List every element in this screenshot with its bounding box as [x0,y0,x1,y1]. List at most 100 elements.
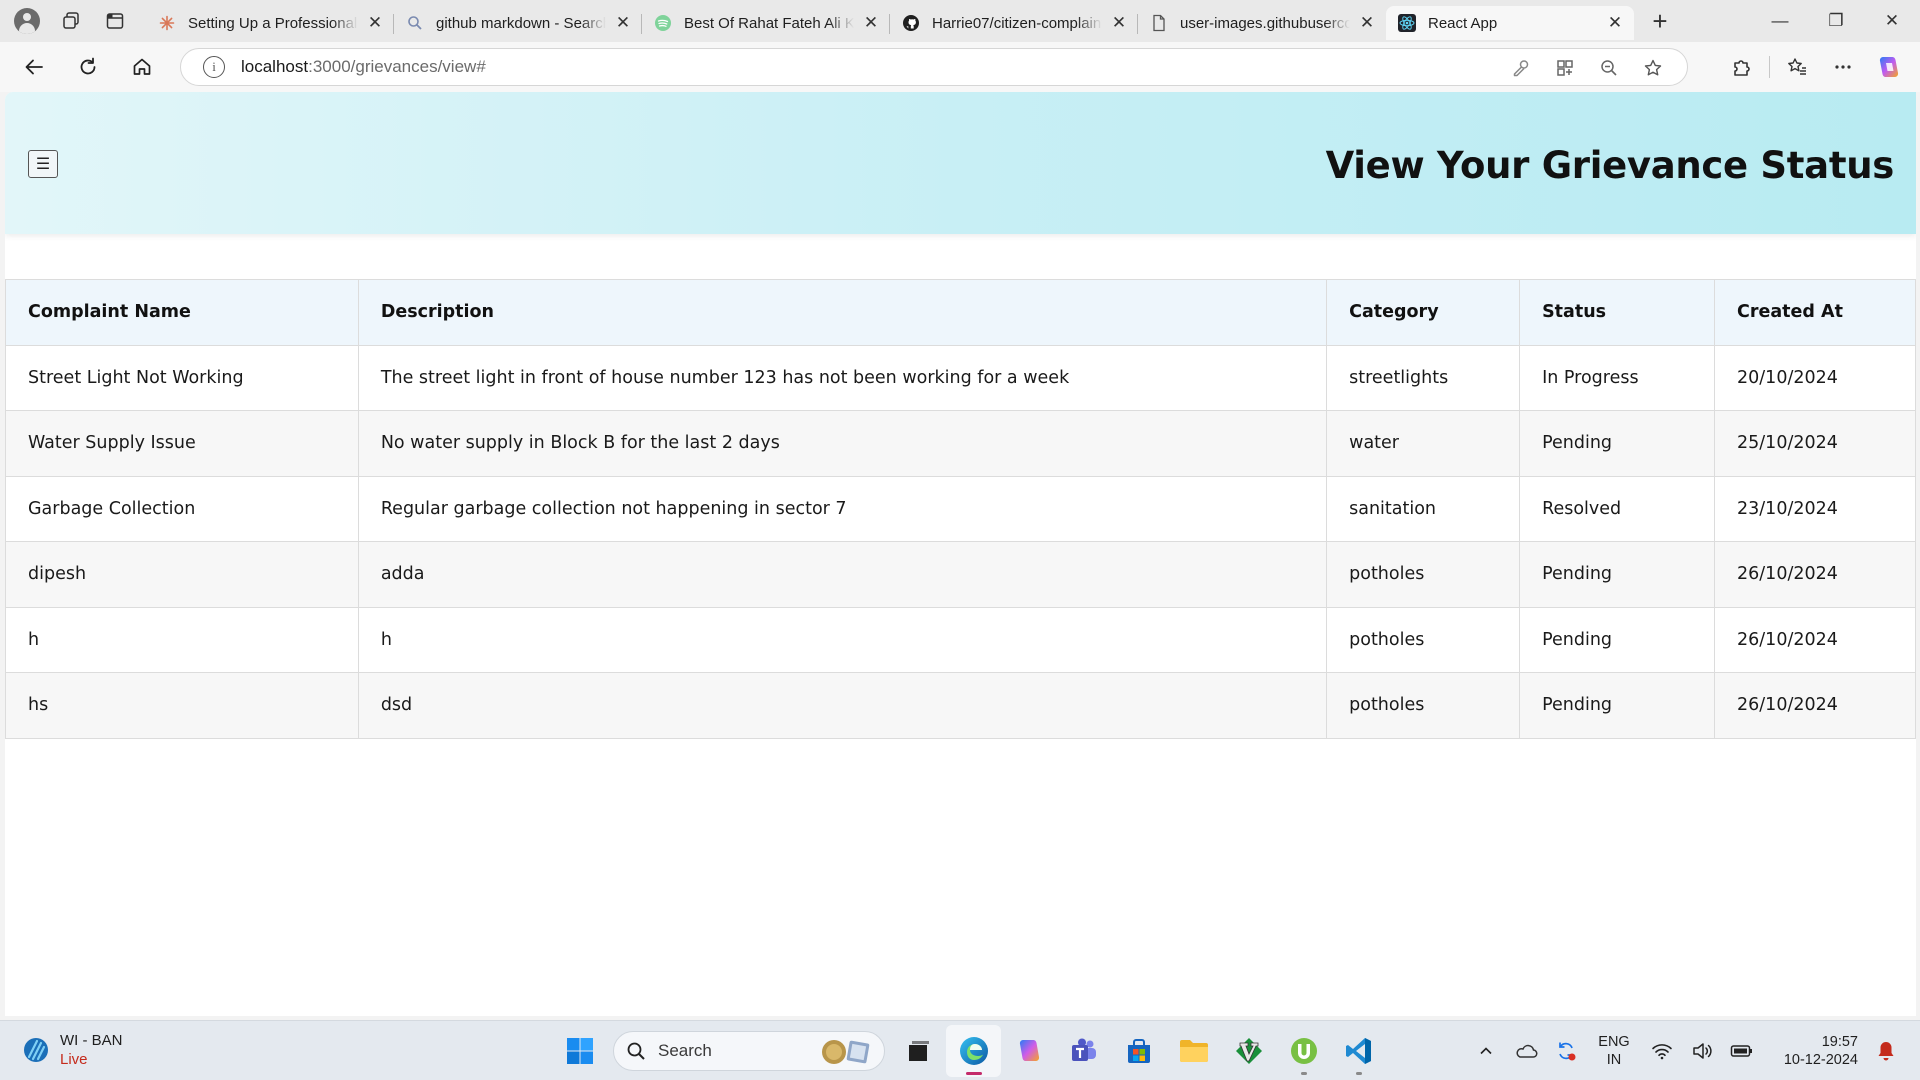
taskbar-app-teams[interactable] [1056,1025,1111,1077]
bell-icon [1878,1042,1894,1061]
sync-icon [1559,1042,1576,1061]
running-indicator [1355,1072,1362,1075]
window-controls: — ❐ ✕ [1752,0,1920,42]
network-button[interactable] [1642,1031,1682,1071]
taskbar-search[interactable]: Search [613,1031,885,1071]
browser-tab[interactable]: Setting Up a Professional ✕ [146,6,394,40]
tab-close-icon[interactable]: ✕ [1108,12,1130,34]
table-header: Complaint Name Description Category Stat… [5,279,1916,346]
new-tab-button[interactable]: + [1640,4,1680,38]
taskbar-app-edge[interactable] [946,1025,1001,1077]
cell-created-at: 26/10/2024 [1714,541,1916,608]
tab-title: Setting Up a Professional [188,14,358,32]
battery-icon [1730,1045,1752,1057]
reload-button[interactable] [68,47,108,87]
app-available-button[interactable] [1543,49,1587,87]
taskbar-app-file-explorer[interactable] [1166,1025,1221,1077]
search-highlight-icon [822,1040,870,1064]
site-info-icon[interactable]: i [203,56,225,78]
browser-tab[interactable]: Best Of Rahat Fateh Ali Khan ✕ [641,6,890,40]
cell-created-at: 25/10/2024 [1714,410,1916,477]
settings-more-button[interactable] [1820,47,1866,87]
vertical-tabs-button[interactable] [98,4,132,38]
vim-icon [1235,1038,1262,1064]
hamburger-menu-button[interactable]: ☰ [28,150,58,178]
tab-close-icon[interactable]: ✕ [1356,12,1378,34]
taskbar-app-store[interactable] [1111,1025,1166,1077]
cell-created-at: 26/10/2024 [1714,672,1916,739]
home-button[interactable] [122,47,162,87]
start-button[interactable] [552,1025,607,1077]
cell-description: h [357,606,1328,673]
input-language-indicator[interactable]: ENG IN [1586,1033,1642,1069]
back-button[interactable] [14,47,54,87]
page-title: View Your Grievance Status [1325,144,1895,187]
workspaces-button[interactable] [54,4,88,38]
minimize-button[interactable]: — [1752,0,1808,42]
close-window-button[interactable]: ✕ [1864,0,1920,42]
onedrive-button[interactable] [1506,1031,1546,1071]
cricket-icon [24,1038,48,1062]
zoom-button[interactable] [1587,49,1631,87]
favorite-button[interactable] [1631,49,1675,87]
task-view-button[interactable] [891,1025,946,1077]
taskbar-app-vim[interactable] [1221,1025,1276,1077]
cell-category: sanitation [1326,475,1521,542]
tab-close-icon[interactable]: ✕ [1604,12,1626,34]
battery-button[interactable] [1722,1031,1762,1071]
tab-close-icon[interactable]: ✕ [860,12,882,34]
taskbar-app-utorrent[interactable] [1276,1025,1331,1077]
weather-live-label: Live [60,1051,88,1068]
address-bar[interactable]: i localhost:3000/grievances/view# [180,48,1688,86]
url-text[interactable]: localhost:3000/grievances/view# [241,57,486,77]
folder-icon [1179,1040,1208,1062]
document-icon [1150,14,1168,32]
browser-tab[interactable]: Harrie07/citizen-complaint ✕ [889,6,1138,40]
tab-close-icon[interactable]: ✕ [612,12,634,34]
cell-status: Pending [1519,541,1716,608]
cell-description: Regular garbage collection not happening… [357,475,1328,542]
teams-icon [1071,1038,1096,1061]
copilot-icon [1879,57,1899,77]
browser-tab[interactable]: user-images.githubusercontent ✕ [1137,6,1386,40]
active-indicator [965,1072,982,1075]
show-hidden-icons-button[interactable] [1466,1031,1506,1071]
cell-complaint-name: hs [5,672,359,739]
profile-button[interactable] [10,4,44,38]
tab-close-icon[interactable]: ✕ [364,12,386,34]
avatar-icon [14,8,40,34]
taskbar-app-copilot[interactable] [1001,1025,1056,1077]
arrow-left-icon [25,59,43,75]
weather-widget[interactable]: WI - BAN Live [22,1031,123,1069]
tab-title: github markdown - Search [436,14,606,32]
favorites-button[interactable] [1774,47,1820,87]
taskbar-app-vscode[interactable] [1331,1025,1386,1077]
tab-title: Harrie07/citizen-complaint [932,14,1102,32]
clock[interactable]: 19:57 10-12-2024 [1762,1033,1858,1069]
cell-complaint-name: Garbage Collection [5,475,359,542]
notifications-button[interactable] [1866,1031,1906,1071]
table-row: Water Supply Issue No water supply in Bl… [5,410,1916,477]
volume-button[interactable] [1682,1031,1722,1071]
cell-complaint-name: h [5,606,359,673]
restore-button[interactable]: ❐ [1808,0,1864,42]
cell-status: Pending [1519,410,1716,477]
column-header-created-at: Created At [1714,279,1916,346]
copilot-button[interactable] [1866,47,1912,87]
header-row: Complaint Name Description Category Stat… [5,279,1916,346]
search-icon [627,1042,645,1060]
speaker-icon [1693,1043,1712,1059]
claude-sunburst-icon [158,14,176,32]
password-key-button[interactable] [1499,49,1543,87]
zoom-out-icon [1601,60,1617,76]
browser-tab[interactable]: github markdown - Search ✕ [393,6,642,40]
browser-tab-active[interactable]: React App ✕ [1386,6,1634,40]
sync-status-button[interactable] [1546,1031,1586,1071]
weather-title: WI - BAN [60,1032,123,1049]
extensions-button[interactable] [1719,47,1765,87]
cell-complaint-name: Street Light Not Working [5,344,359,411]
chevron-up-icon [1480,1047,1492,1055]
running-indicator [1300,1072,1307,1075]
taskbar-apps: Search [552,1021,1386,1080]
cloud-icon [1516,1044,1538,1058]
